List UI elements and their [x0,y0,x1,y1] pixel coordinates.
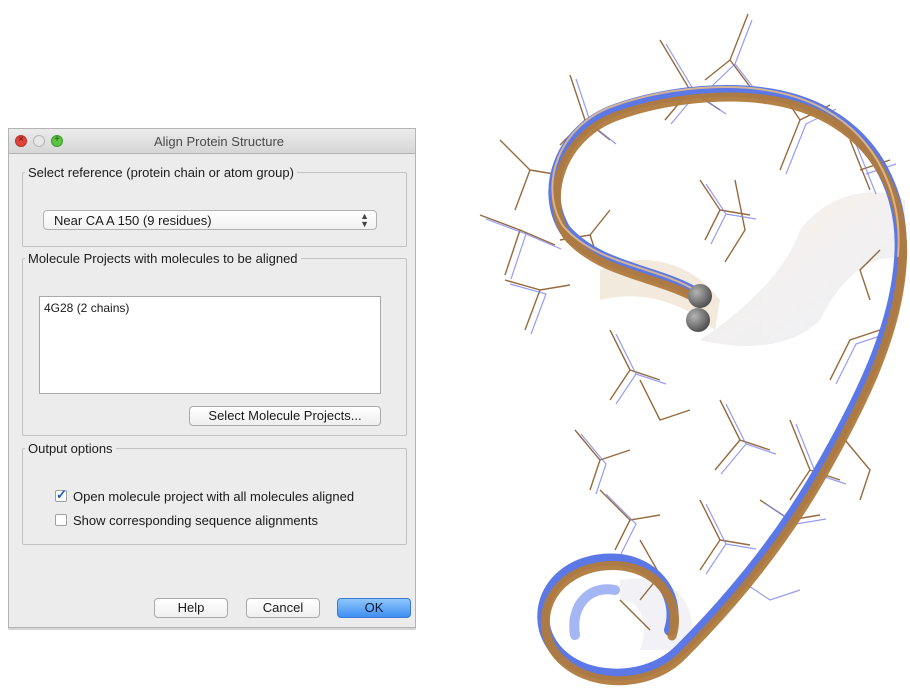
list-item[interactable]: 4G28 (2 chains) [40,297,380,319]
title-bar[interactable]: × + Align Protein Structure [9,129,415,154]
reference-select-value: Near CA A 150 (9 residues) [54,213,212,228]
window-title: Align Protein Structure [153,134,285,149]
reference-select[interactable]: Near CA A 150 (9 residues) ▲ ▼ [43,210,377,230]
checkmark-icon: ✓ [56,487,67,502]
cancel-button[interactable]: Cancel [246,598,320,618]
open-aligned-checkbox[interactable]: ✓ Open molecule project with all molecul… [55,487,395,505]
help-button[interactable]: Help [154,598,228,618]
show-sequence-alignments-checkbox[interactable]: Show corresponding sequence alignments [55,513,395,529]
window-bottom-edge [8,628,416,630]
molecule-projects-group: Molecule Projects with molecules to be a… [22,251,407,436]
open-aligned-label: Open molecule project with all molecules… [73,489,355,504]
reference-legend: Select reference (protein chain or atom … [28,165,294,180]
backbone-ribbons [537,85,908,686]
ok-button[interactable]: OK [337,598,411,618]
molecule-projects-legend: Molecule Projects with molecules to be a… [28,251,298,266]
screenshot: × + Align Protein Structure Select refer… [0,0,910,690]
updown-arrows-icon: ▲ ▼ [360,211,369,229]
select-molecule-projects-button[interactable]: Select Molecule Projects... [189,406,381,426]
protein-structure-view[interactable] [468,0,910,690]
molecule-projects-list[interactable]: 4G28 (2 chains) [39,296,381,394]
show-sequence-alignments-label: Show corresponding sequence alignments [73,513,318,528]
atom-sphere[interactable] [686,308,710,332]
reference-group: Select reference (protein chain or atom … [22,165,407,247]
align-protein-structure-dialog: × + Align Protein Structure Select refer… [8,128,416,628]
atom-sphere[interactable] [688,284,712,308]
checkbox-box: ✓ [55,487,67,502]
output-options-legend: Output options [28,441,113,456]
checkbox-box [55,514,67,526]
output-options-group: Output options ✓ Open molecule project w… [22,441,407,545]
